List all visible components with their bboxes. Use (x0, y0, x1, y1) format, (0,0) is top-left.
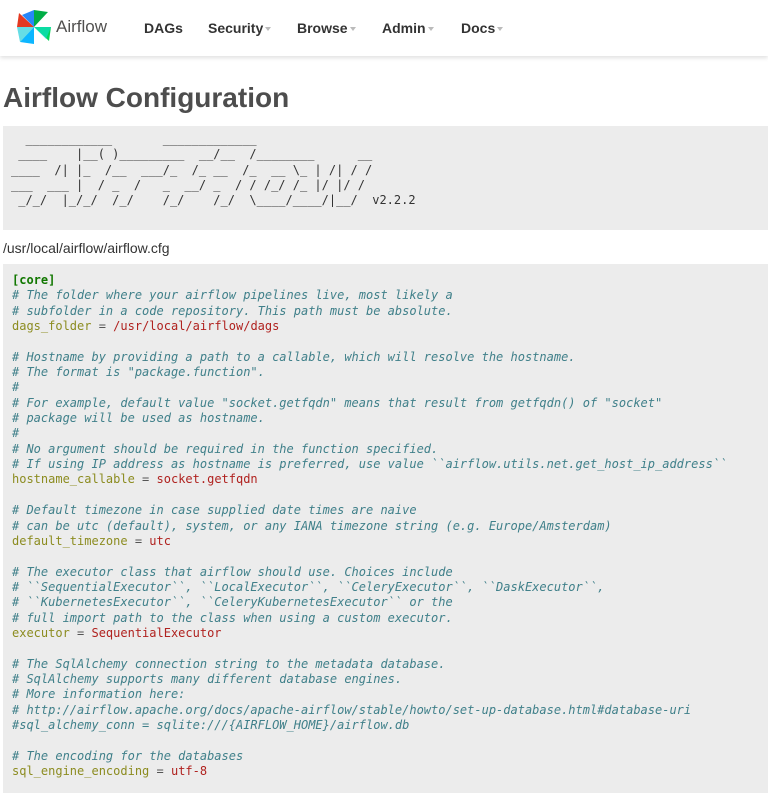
config-option-key: default_timezone (12, 533, 128, 548)
config-blank-line (12, 488, 768, 503)
nav-browse[interactable]: Browse (297, 20, 356, 36)
config-blank-line (12, 641, 768, 656)
config-option-line: hostname_callable = socket.getfqdn (12, 472, 768, 487)
config-file-path: /usr/local/airflow/airflow.cfg (3, 240, 170, 256)
config-comment-line: # Hostname by providing a path to a call… (12, 350, 768, 365)
nav-dags[interactable]: DAGs (144, 20, 183, 36)
config-comment: # The format is "package.function". (12, 365, 265, 380)
config-comment: # ``KubernetesExecutor``, ``CeleryKubern… (12, 595, 453, 610)
config-comment-line: # Default timezone in case supplied date… (12, 503, 768, 518)
config-comment-line: # The folder where your airflow pipeline… (12, 288, 768, 303)
nav-security-label: Security (208, 20, 264, 36)
config-comment-line: # can be utc (default), system, or any I… (12, 519, 768, 534)
nav-admin[interactable]: Admin (382, 20, 434, 36)
nav-docs[interactable]: Docs (461, 20, 504, 36)
chevron-down-icon (497, 27, 504, 31)
config-section-header: [core] (12, 273, 768, 288)
config-comment: # http://airflow.apache.org/docs/apache-… (12, 702, 692, 717)
config-option-line: sql_engine_encoding = utf-8 (12, 764, 768, 779)
config-blank-line (12, 733, 768, 748)
nav-docs-label: Docs (461, 20, 496, 36)
config-comment-line: # package will be used as hostname. (12, 411, 768, 426)
config-comment-line: # If using IP address as hostname is pre… (12, 457, 768, 472)
config-comment-line: # ``KubernetesExecutor``, ``CeleryKubern… (12, 595, 768, 610)
config-comment-line: # The format is "package.function". (12, 365, 768, 380)
config-equals-sign: = (149, 764, 171, 778)
nav-admin-label: Admin (382, 20, 426, 36)
config-section-name: [core] (12, 273, 56, 287)
config-comment: # The folder where your airflow pipeline… (12, 288, 453, 303)
page-title: Airflow Configuration (3, 82, 290, 113)
config-comment-line: # The executor class that airflow should… (12, 565, 768, 580)
config-comment-line: # (12, 426, 768, 441)
config-comment: # (12, 380, 20, 395)
config-comment: # The executor class that airflow should… (12, 564, 453, 579)
config-equals-sign: = (91, 319, 114, 334)
config-comment: # The SqlAlchemy connection string to th… (12, 656, 446, 671)
config-comment-line: # No argument should be required in the … (12, 442, 768, 457)
config-comment: # The encoding for the databases (12, 748, 244, 763)
config-comment: # full import path to the class when usi… (12, 610, 453, 625)
config-option-value: SequentialExecutor (91, 625, 222, 640)
navbar: Airflow DAGs Security Browse Admin Docs (0, 0, 768, 56)
chevron-down-icon (265, 27, 272, 31)
config-option-key: sql_engine_encoding (12, 764, 150, 778)
config-comment-line: # (12, 380, 768, 395)
config-option-value: utf-8 (170, 764, 208, 778)
brand[interactable]: Airflow (16, 9, 107, 45)
config-comment: # ``SequentialExecutor``, ``LocalExecuto… (12, 579, 605, 594)
config-option-value: utc (149, 533, 171, 548)
config-blank-line (12, 334, 768, 349)
config-equals-sign: = (134, 472, 157, 487)
config-comment: # If using IP address as hostname is pre… (12, 457, 728, 472)
chevron-down-icon (349, 27, 356, 31)
config-comment: # Default timezone in case supplied date… (12, 503, 417, 518)
airflow-ascii-logo: ____________ _____________ ____ |__( )__… (3, 126, 768, 230)
config-comment: # (12, 426, 20, 441)
config-comment-line: # The encoding for the databases (12, 749, 768, 764)
config-option-key: hostname_callable (12, 472, 135, 487)
config-comment-line: # ``SequentialExecutor``, ``LocalExecuto… (12, 580, 768, 595)
config-option-line: default_timezone = utc (12, 534, 768, 549)
nav-browse-label: Browse (297, 20, 348, 36)
config-comment-line: # subfolder in a code repository. This p… (12, 304, 768, 319)
config-comment: #sql_alchemy_conn = sqlite:///{AIRFLOW_H… (12, 717, 410, 732)
config-equals-sign: = (69, 625, 92, 640)
config-comment-line: # For example, default value "socket.get… (12, 396, 768, 411)
config-comment: # For example, default value "socket.get… (12, 395, 663, 410)
airflow-logo-icon (17, 10, 51, 44)
brand-name: Airflow (56, 17, 108, 36)
config-option-key: dags_folder (12, 319, 92, 334)
config-blank-line (12, 549, 768, 564)
config-comment: # package will be used as hostname. (12, 411, 265, 426)
config-comment: # Hostname by providing a path to a call… (12, 349, 576, 364)
config-comment-line: # full import path to the class when usi… (12, 611, 768, 626)
config-comment: # SqlAlchemy supports many different dat… (12, 671, 403, 686)
chevron-down-icon (427, 27, 434, 31)
config-option-line: dags_folder = /usr/local/airflow/dags (12, 319, 768, 334)
nav-security[interactable]: Security (208, 20, 272, 36)
config-comment: # More information here: (12, 687, 186, 702)
config-comment-line: #sql_alchemy_conn = sqlite:///{AIRFLOW_H… (12, 718, 768, 733)
config-option-line: executor = SequentialExecutor (12, 626, 768, 641)
config-option-key: executor (12, 625, 70, 640)
config-comment-line: # More information here: (12, 687, 768, 702)
config-option-value: socket.getfqdn (156, 472, 258, 487)
config-comment: # subfolder in a code repository. This p… (12, 303, 453, 318)
config-comment-line: # The SqlAlchemy connection string to th… (12, 657, 768, 672)
config-comment: # No argument should be required in the … (12, 441, 439, 456)
config-comment-line: # http://airflow.apache.org/docs/apache-… (12, 703, 768, 718)
config-option-value: /usr/local/airflow/dags (113, 319, 280, 334)
config-code-block: [core] # The folder where your airflow pi… (3, 264, 768, 793)
config-comment: # can be utc (default), system, or any I… (12, 518, 612, 533)
config-equals-sign: = (127, 533, 150, 548)
config-comment-line: # SqlAlchemy supports many different dat… (12, 672, 768, 687)
nav-dags-label: DAGs (144, 20, 183, 36)
